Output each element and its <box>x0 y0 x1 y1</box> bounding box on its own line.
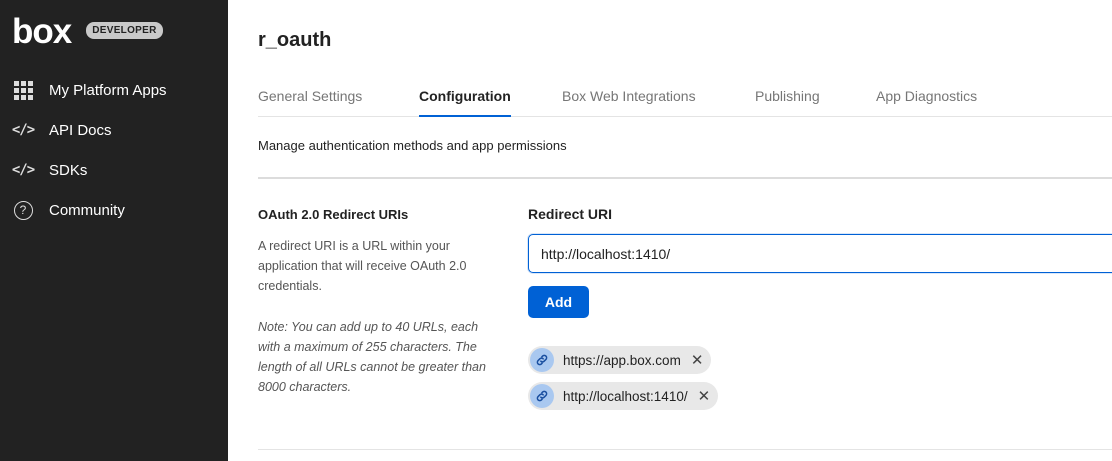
sidebar-item-label: SDKs <box>49 161 88 179</box>
code-icon: </> <box>11 162 35 178</box>
redirect-uri-input[interactable] <box>528 234 1112 273</box>
sidebar-item-label: Community <box>49 201 125 219</box>
box-logo[interactable]: box <box>12 14 72 49</box>
bottom-divider <box>258 449 1112 450</box>
section-divider <box>258 177 1112 179</box>
section-title: OAuth 2.0 Redirect URIs <box>258 207 409 222</box>
redirect-uri-text: https://app.box.com <box>563 352 681 368</box>
link-icon <box>530 348 554 372</box>
redirect-uri-text: http://localhost:1410/ <box>563 388 688 404</box>
sidebar-item-my-platform-apps[interactable]: My Platform Apps <box>0 70 228 110</box>
close-icon[interactable]: ✕ <box>698 389 711 404</box>
redirect-uri-pill: https://app.box.com ✕ <box>528 346 712 374</box>
tab-bar: General Settings Configuration Box Web I… <box>258 75 1112 117</box>
grid-icon <box>12 79 34 101</box>
tab-configuration[interactable]: Configuration <box>419 75 511 117</box>
tab-general-settings[interactable]: General Settings <box>258 75 362 117</box>
tab-box-web-integrations[interactable]: Box Web Integrations <box>562 75 696 117</box>
sidebar-item-community[interactable]: ? Community <box>0 190 228 230</box>
tab-publishing[interactable]: Publishing <box>755 75 820 117</box>
section-description: A redirect URI is a URL within your appl… <box>258 239 467 293</box>
sidebar-item-label: API Docs <box>49 121 112 139</box>
add-uri-button[interactable]: Add <box>528 286 589 318</box>
link-icon <box>530 384 554 408</box>
sidebar: box DEVELOPER My Platform Apps </> API D… <box>0 0 228 461</box>
app-root: box DEVELOPER My Platform Apps </> API D… <box>0 0 1112 461</box>
sidebar-item-sdks[interactable]: </> SDKs <box>0 150 228 190</box>
main-content: r_oauth General Settings Configuration B… <box>228 0 1112 461</box>
section-note: Note: You can add up to 40 URLs, each wi… <box>258 320 486 394</box>
sidebar-item-label: My Platform Apps <box>49 81 167 99</box>
tab-app-diagnostics[interactable]: App Diagnostics <box>876 75 977 117</box>
redirect-uri-pill: http://localhost:1410/ ✕ <box>528 382 719 410</box>
close-icon[interactable]: ✕ <box>691 353 704 368</box>
brand: box DEVELOPER <box>0 0 228 70</box>
sidebar-item-api-docs[interactable]: </> API Docs <box>0 110 228 150</box>
developer-badge: DEVELOPER <box>86 21 163 39</box>
code-icon: </> <box>11 122 35 138</box>
help-circle-icon: ? <box>12 199 34 221</box>
redirect-uri-label: Redirect URI <box>528 206 613 222</box>
page-subtitle: Manage authentication methods and app pe… <box>258 138 567 153</box>
page-title: r_oauth <box>258 29 332 51</box>
